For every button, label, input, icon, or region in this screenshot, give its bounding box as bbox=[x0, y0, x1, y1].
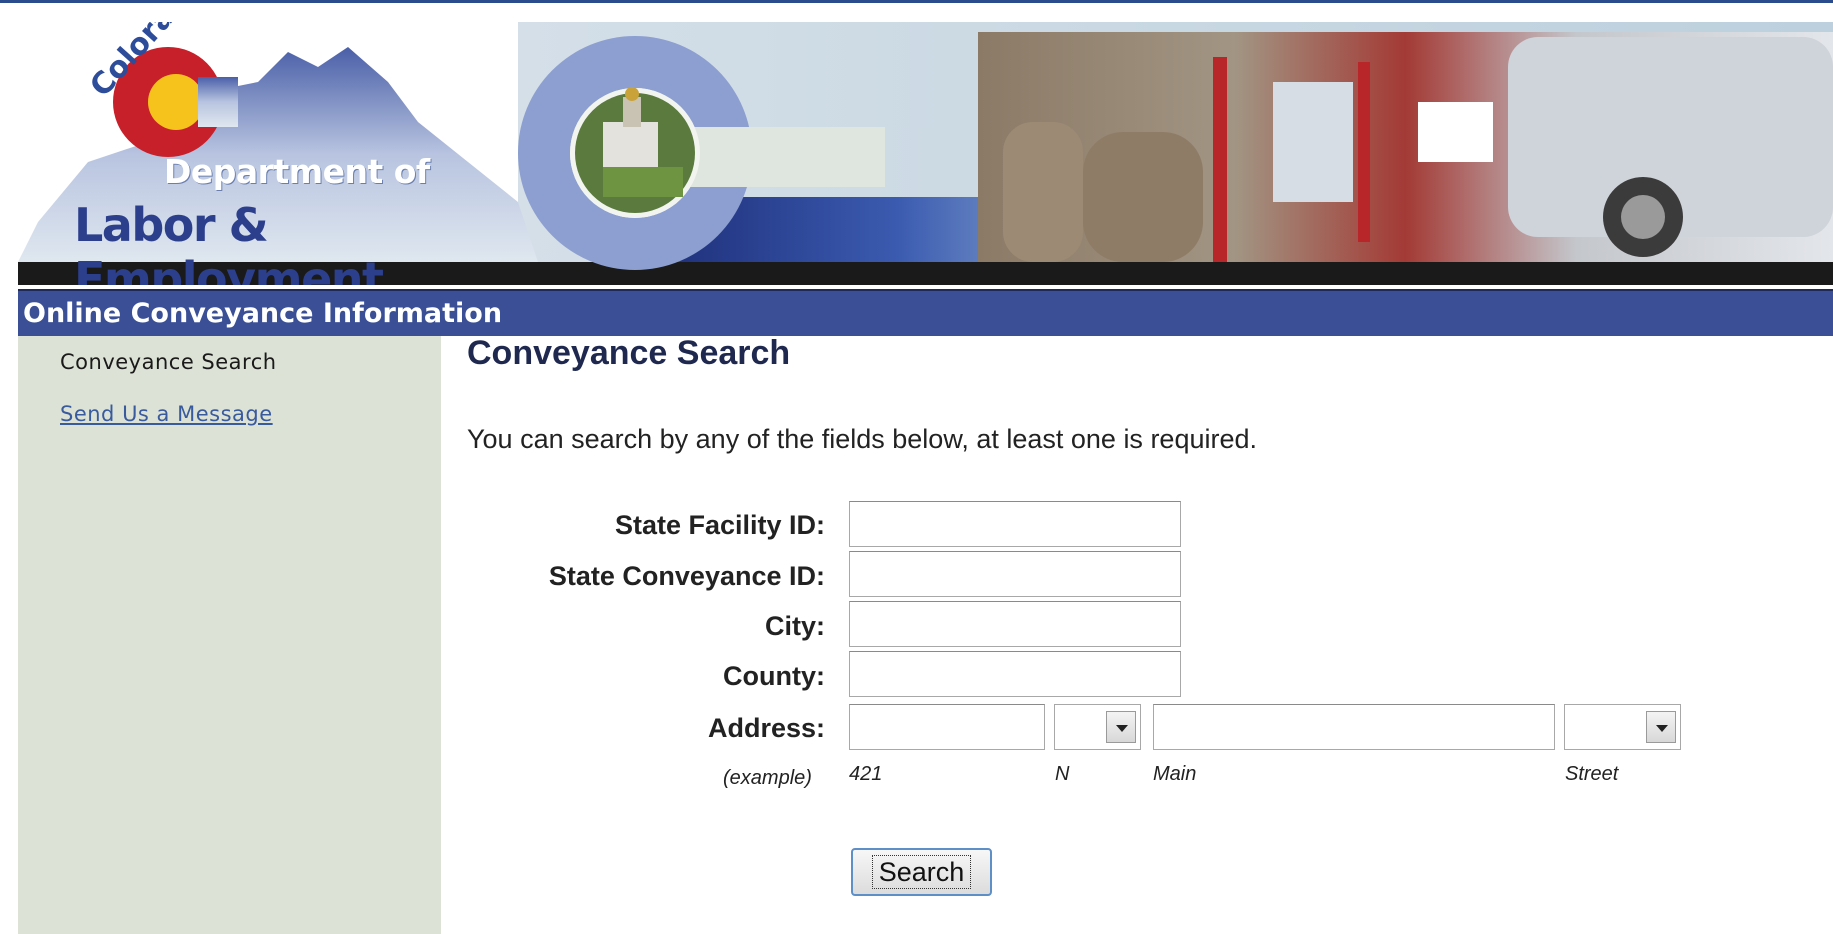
header-banner: Colorado Department of Labor & Employmen… bbox=[18, 22, 1833, 285]
county-label: County: bbox=[723, 661, 825, 691]
top-border bbox=[0, 0, 1833, 3]
county-input[interactable] bbox=[849, 651, 1181, 697]
search-button[interactable]: Search bbox=[851, 848, 992, 896]
city-input[interactable] bbox=[849, 601, 1181, 647]
conveyance-id-label: State Conveyance ID: bbox=[548, 561, 825, 591]
example-direction: N bbox=[1055, 763, 1070, 785]
chevron-down-icon[interactable] bbox=[1106, 711, 1136, 743]
example-street-name: Main bbox=[1153, 763, 1197, 785]
address-direction-select[interactable] bbox=[1054, 704, 1141, 750]
app-title-bar: Online Conveyance Information bbox=[18, 289, 1833, 336]
chevron-down-icon[interactable] bbox=[1646, 711, 1676, 743]
example-number: 421 bbox=[849, 763, 883, 785]
sidebar-item-conveyance-search[interactable]: Conveyance Search bbox=[60, 350, 277, 374]
address-street-type-select[interactable] bbox=[1564, 704, 1681, 750]
sidebar-item-send-message[interactable]: Send Us a Message bbox=[60, 402, 273, 426]
facility-id-input[interactable] bbox=[849, 501, 1181, 547]
city-label: City: bbox=[765, 611, 825, 641]
logo-dept-line1: Department of bbox=[164, 152, 430, 191]
address-label: Address: bbox=[707, 713, 825, 743]
search-button-label: Search bbox=[871, 855, 972, 889]
page-title: Conveyance Search bbox=[467, 334, 791, 372]
app-title: Online Conveyance Information bbox=[23, 298, 503, 329]
example-street-type: Street bbox=[1565, 763, 1619, 785]
intro-text: You can search by any of the fields belo… bbox=[467, 424, 1258, 454]
facility-id-label: State Facility ID: bbox=[614, 510, 825, 540]
example-label: (example) bbox=[723, 767, 812, 789]
conveyance-id-input[interactable] bbox=[849, 551, 1181, 597]
sidebar: Conveyance Search Send Us a Message bbox=[18, 336, 441, 934]
address-street-name-input[interactable] bbox=[1153, 704, 1555, 750]
address-number-input[interactable] bbox=[849, 704, 1045, 750]
logo-dept-line2: Labor & Employment bbox=[74, 198, 384, 285]
